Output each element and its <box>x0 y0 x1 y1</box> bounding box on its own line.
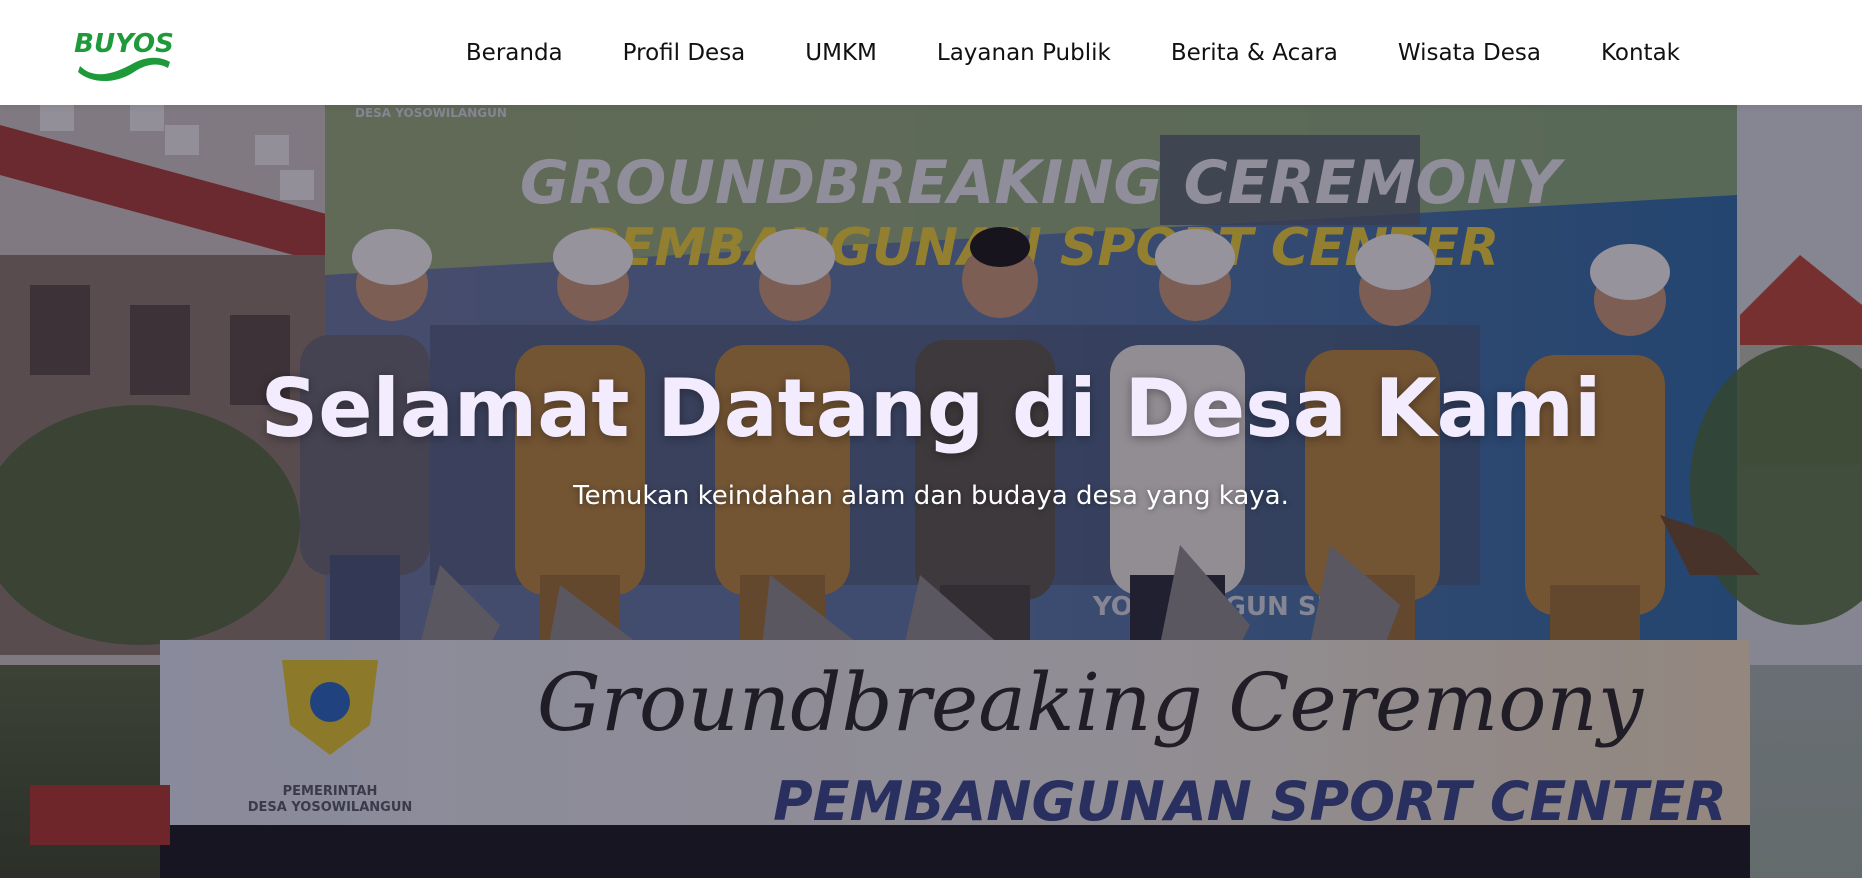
buyos-logo-icon: BUYOS <box>74 29 174 81</box>
nav-link-layanan-publik[interactable]: Layanan Publik <box>907 40 1141 66</box>
nav-link-profil-desa[interactable]: Profil Desa <box>593 40 776 66</box>
nav-link-umkm[interactable]: UMKM <box>775 40 907 66</box>
nav-link-wisata-desa[interactable]: Wisata Desa <box>1368 40 1571 66</box>
nav-link-berita-acara[interactable]: Berita & Acara <box>1141 40 1368 66</box>
hero-title: Selamat Datang di Desa Kami <box>260 362 1602 455</box>
nav-link-kontak[interactable]: Kontak <box>1571 40 1710 66</box>
logo-wordmark: BUYOS <box>74 29 174 59</box>
hero-content: Selamat Datang di Desa Kami Temukan kein… <box>0 362 1862 512</box>
nav-link-beranda[interactable]: Beranda <box>436 40 593 66</box>
site-logo[interactable]: BUYOS <box>74 22 174 82</box>
main-nav: Beranda Profil Desa UMKM Layanan Publik … <box>436 0 1710 105</box>
hero-section: GROUNDBREAKING CEREMONY PEMBANGUNAN SPOR… <box>0 105 1862 878</box>
hero-subtitle: Temukan keindahan alam dan budaya desa y… <box>573 481 1289 511</box>
site-header: BUYOS Beranda Profil Desa UMKM Layanan P… <box>0 0 1862 105</box>
